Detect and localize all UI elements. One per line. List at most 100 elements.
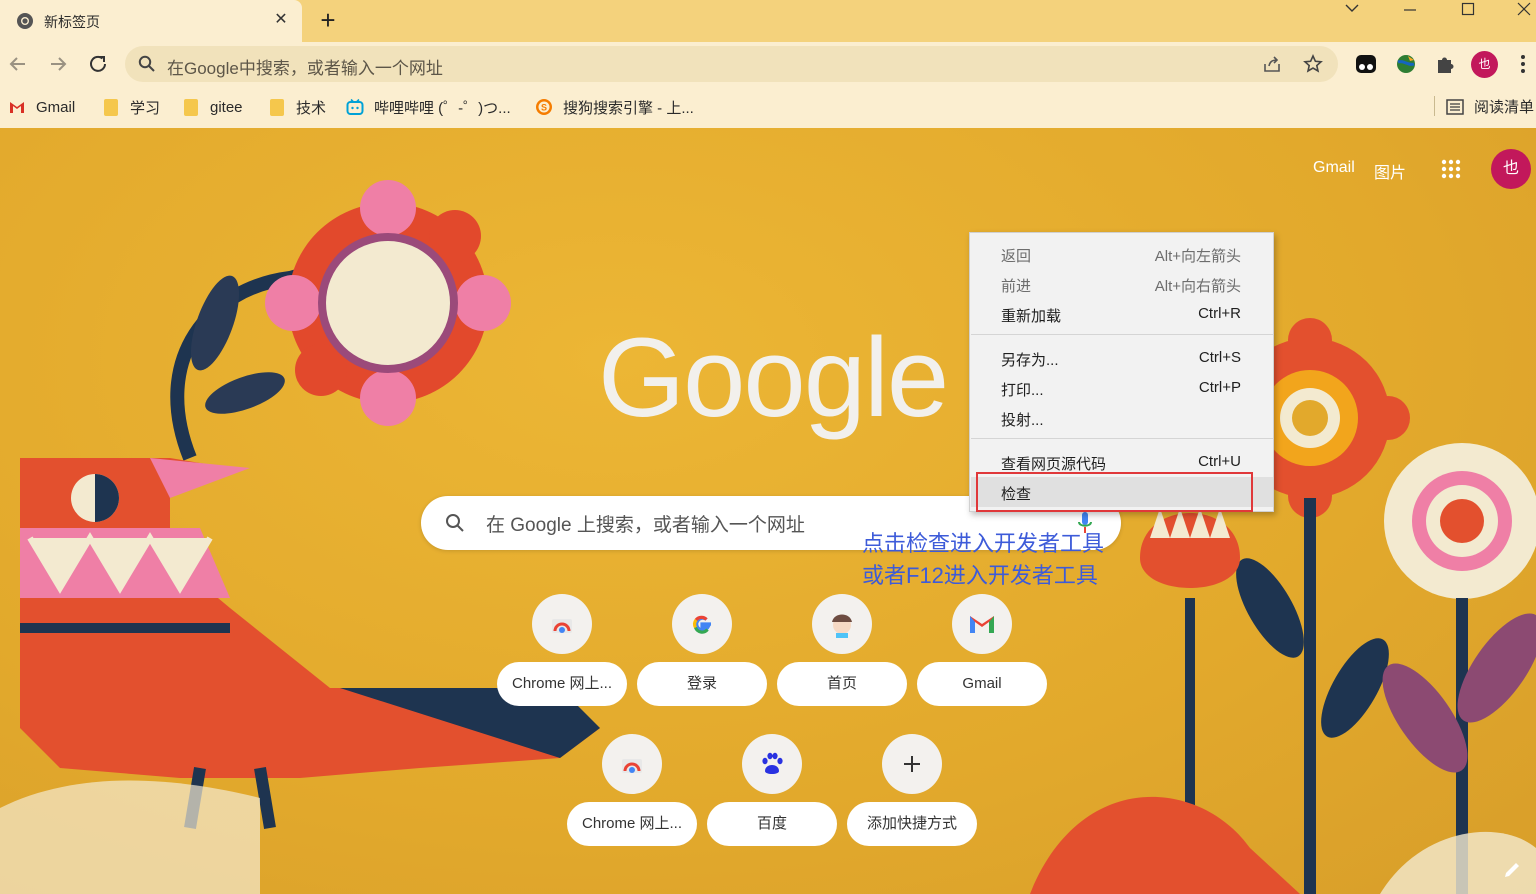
context-menu-back[interactable]: 返回 Alt+向左箭头 xyxy=(971,239,1273,269)
search-icon xyxy=(446,514,464,532)
plus-icon xyxy=(882,734,942,794)
profile-avatar[interactable]: 也 xyxy=(1471,51,1498,78)
chrome-icon xyxy=(17,13,33,29)
divider xyxy=(1434,96,1435,116)
menu-item-label: 另存为... xyxy=(1001,352,1059,369)
close-window-icon[interactable] xyxy=(1496,0,1536,16)
shortcut-label: Gmail xyxy=(917,662,1047,706)
shortcut-chrome-web-store-2[interactable]: Chrome 网上... xyxy=(567,734,697,854)
sogou-icon: S xyxy=(536,99,552,115)
shortcut-label: 登录 xyxy=(637,662,767,706)
bookmark-bilibili[interactable]: 哔哩哔哩 (゜-゜)つ... xyxy=(346,96,511,118)
folder-icon xyxy=(270,98,284,116)
back-arrow-icon[interactable] xyxy=(6,52,30,76)
menu-item-shortcut: Alt+向左箭头 xyxy=(1154,248,1241,265)
bookmark-sogou[interactable]: S 搜狗搜索引擎 - 上... xyxy=(535,96,694,118)
baidu-paw-icon xyxy=(742,734,802,794)
annotation-line-2: 或者F12进入开发者工具 xyxy=(862,563,1098,588)
omnibox[interactable]: 在Google中搜索，或者输入一个网址 xyxy=(125,46,1338,82)
reading-list-button[interactable]: 阅读清单 xyxy=(1434,96,1535,117)
add-shortcut-button[interactable]: 添加快捷方式 xyxy=(847,734,977,854)
menu-item-shortcut: Alt+向右箭头 xyxy=(1154,278,1241,295)
new-tab-button[interactable]: + xyxy=(315,7,341,34)
reload-icon[interactable] xyxy=(86,52,110,76)
menu-item-label: 返回 xyxy=(1001,248,1032,265)
reading-list-label: 阅读清单 xyxy=(1474,99,1535,116)
shortcut-label: 首页 xyxy=(777,662,907,706)
bookmark-folder-tech[interactable]: 技术 xyxy=(270,96,326,118)
gmail-icon xyxy=(952,594,1012,654)
bookmark-label: gitee xyxy=(210,98,243,116)
shortcut-gmail[interactable]: Gmail xyxy=(917,594,1047,714)
shortcut-label: 百度 xyxy=(707,802,837,846)
shortcut-login[interactable]: 登录 xyxy=(637,594,767,714)
svg-text:S: S xyxy=(541,103,547,113)
images-link[interactable]: 图片 xyxy=(1374,159,1406,183)
context-menu-cast[interactable]: 投射... xyxy=(971,403,1273,433)
customize-pencil-icon[interactable] xyxy=(1500,858,1524,882)
shortcut-label: Chrome 网上... xyxy=(497,662,627,706)
reading-list-icon xyxy=(1446,98,1464,115)
toolbar: 在Google中搜索，或者输入一个网址 也 xyxy=(0,42,1536,86)
chrome-web-store-icon xyxy=(602,734,662,794)
maximize-icon[interactable] xyxy=(1440,0,1496,16)
new-tab-page: Gmail 图片 也 Google 在 Google 上搜索，或者输入一个网址 … xyxy=(0,128,1536,894)
bookmark-folder-gitee[interactable]: gitee xyxy=(184,96,243,118)
inspect-highlight-box xyxy=(976,472,1253,512)
search-icon xyxy=(138,55,155,72)
tab-new-tab[interactable]: 新标签页 ✕ xyxy=(0,0,302,42)
context-menu-print[interactable]: 打印... Ctrl+P xyxy=(971,373,1273,403)
bookmark-folder-study[interactable]: 学习 xyxy=(104,96,160,118)
bilibili-icon xyxy=(346,98,364,115)
bookmark-label: 哔哩哔哩 (゜-゜)つ... xyxy=(374,99,511,117)
globe-extension-icon[interactable] xyxy=(1394,52,1418,76)
bookmarks-bar: Gmail 学习 gitee 技术 哔哩哔哩 (゜-゜)つ... S 搜狗搜索引… xyxy=(0,86,1536,128)
menu-divider xyxy=(971,334,1273,335)
shortcut-label: 添加快捷方式 xyxy=(847,802,977,846)
context-menu-forward[interactable]: 前进 Alt+向右箭头 xyxy=(971,269,1273,299)
title-bar: 新标签页 ✕ + xyxy=(0,0,1536,42)
omnibox-text: 在Google中搜索，或者输入一个网址 xyxy=(167,59,443,78)
gmail-link[interactable]: Gmail xyxy=(1313,159,1355,177)
google-apps-grid-icon[interactable] xyxy=(1441,159,1461,179)
minimize-icon[interactable] xyxy=(1382,0,1438,16)
menu-item-label: 投射... xyxy=(1001,412,1044,429)
shortcut-baidu[interactable]: 百度 xyxy=(707,734,837,854)
google-logo: Google xyxy=(598,315,949,440)
annotation-line-1: 点击检查进入开发者工具 xyxy=(862,531,1105,556)
search-placeholder: 在 Google 上搜索，或者输入一个网址 xyxy=(486,515,805,536)
menu-item-label: 前进 xyxy=(1001,278,1032,295)
shortcut-label: Chrome 网上... xyxy=(567,802,697,846)
tampermonkey-extension-icon[interactable] xyxy=(1354,52,1378,76)
menu-item-shortcut: Ctrl+R xyxy=(1198,305,1241,322)
bookmark-label: Gmail xyxy=(36,98,76,116)
menu-kebab-icon[interactable] xyxy=(1516,53,1530,75)
menu-item-label: 查看网页源代码 xyxy=(1001,456,1107,473)
anime-avatar-icon xyxy=(812,594,872,654)
google-g-icon xyxy=(672,594,732,654)
menu-item-label: 打印... xyxy=(1001,382,1044,399)
menu-item-shortcut: Ctrl+P xyxy=(1198,379,1241,396)
gmail-icon xyxy=(10,102,24,113)
context-menu-save-as[interactable]: 另存为... Ctrl+S xyxy=(971,343,1273,373)
bookmark-label: 技术 xyxy=(296,99,327,117)
shortcut-chrome-web-store[interactable]: Chrome 网上... xyxy=(497,594,627,714)
tab-search-chevron-icon[interactable] xyxy=(1324,0,1380,16)
menu-item-shortcut: Ctrl+S xyxy=(1198,349,1241,366)
folder-icon xyxy=(184,98,198,116)
menu-item-label: 重新加载 xyxy=(1001,308,1062,325)
extensions-puzzle-icon[interactable] xyxy=(1434,52,1458,76)
google-account-avatar[interactable]: 也 xyxy=(1491,149,1531,189)
menu-divider xyxy=(971,438,1273,439)
share-icon[interactable] xyxy=(1263,55,1283,73)
tab-close-icon[interactable]: ✕ xyxy=(270,9,292,31)
shortcut-home[interactable]: 首页 xyxy=(777,594,907,714)
context-menu-reload[interactable]: 重新加载 Ctrl+R xyxy=(971,299,1273,329)
bookmark-gmail[interactable]: Gmail xyxy=(8,96,75,118)
bookmark-label: 学习 xyxy=(130,99,161,117)
tab-title: 新标签页 xyxy=(44,14,100,30)
forward-arrow-icon[interactable] xyxy=(46,52,70,76)
context-menu: 返回 Alt+向左箭头 前进 Alt+向右箭头 重新加载 Ctrl+R 另存为.… xyxy=(969,232,1274,512)
chrome-web-store-icon xyxy=(532,594,592,654)
bookmark-star-icon[interactable] xyxy=(1303,54,1323,74)
